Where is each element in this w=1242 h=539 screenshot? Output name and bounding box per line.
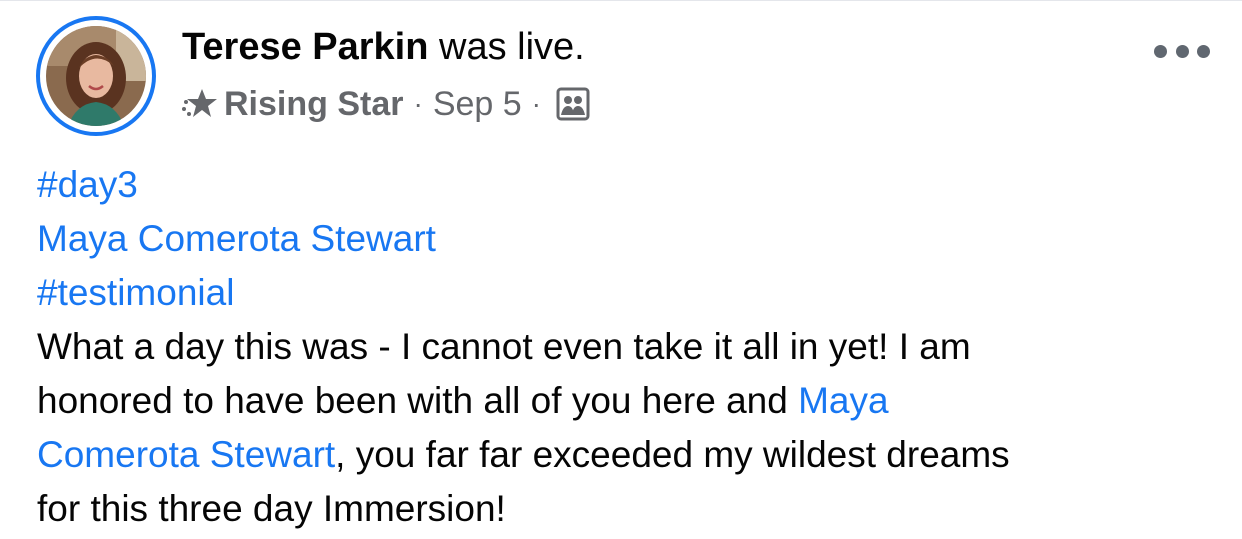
- mention-link[interactable]: Comerota Stewart: [37, 434, 335, 475]
- post-text: honored to have been with all of you her…: [37, 380, 799, 421]
- live-avatar-ring[interactable]: [36, 16, 156, 136]
- post-date[interactable]: Sep 5: [433, 85, 522, 124]
- top-divider: [0, 0, 1242, 1]
- post-body: #day3 Maya Comerota Stewart #testimonial…: [37, 158, 1217, 536]
- rising-star-icon[interactable]: [180, 84, 220, 124]
- author-name[interactable]: Terese Parkin: [182, 26, 428, 68]
- more-options-button[interactable]: [1154, 36, 1210, 66]
- custom-audience-icon[interactable]: [555, 86, 591, 122]
- hashtag-link[interactable]: #day3: [37, 164, 138, 205]
- more-options-icon: [1154, 44, 1167, 58]
- mention-link[interactable]: Maya Comerota Stewart: [37, 218, 436, 259]
- post-text-line: for this three day Immersion!: [37, 488, 506, 529]
- post-meta: Rising Star · Sep 5 ·: [180, 82, 591, 126]
- meta-separator: ·: [413, 88, 423, 119]
- mention-link[interactable]: Maya: [798, 380, 888, 421]
- more-options-icon: [1175, 44, 1189, 58]
- meta-separator: ·: [531, 88, 541, 119]
- post-text-line: What a day this was - I cannot even take…: [37, 326, 971, 367]
- author-action: was live.: [428, 26, 585, 68]
- post-header-title: Terese Parkin was live.: [182, 24, 585, 70]
- avatar: [46, 26, 146, 126]
- more-options-icon: [1197, 44, 1210, 58]
- post-text: , you far far exceeded my wildest dreams: [335, 434, 1010, 475]
- hashtag-link[interactable]: #testimonial: [37, 272, 234, 313]
- badge-label[interactable]: Rising Star: [224, 85, 403, 124]
